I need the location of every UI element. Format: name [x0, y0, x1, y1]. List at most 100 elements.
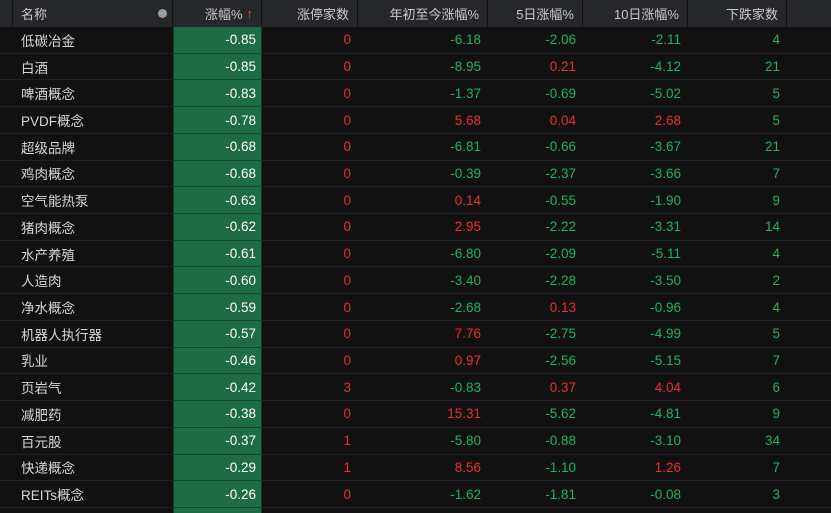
row-filler — [787, 134, 831, 161]
row-gutter — [0, 27, 13, 54]
table-row[interactable]: 鸡肉概念 -0.68 0 -0.39 -2.37 -3.66 7 — [0, 160, 831, 188]
10day-change: -0.08 — [583, 481, 688, 508]
limit-up-count: 1 — [262, 428, 358, 455]
row-gutter — [0, 428, 13, 455]
ytd-change: -5.80 — [358, 428, 488, 455]
table-row[interactable]: 低碳冶金 -0.85 0 -6.18 -2.06 -2.11 4 — [0, 27, 831, 54]
row-filler — [787, 187, 831, 215]
change-value: -0.42 — [173, 374, 262, 402]
marker-cell — [152, 428, 173, 455]
table-row[interactable]: 空气能热泵 -0.63 0 0.14 -0.55 -1.90 9 — [0, 187, 831, 215]
sector-name: 超级品牌 — [13, 134, 152, 161]
5day-change: 0.13 — [488, 294, 583, 321]
5day-change: 0.21 — [488, 54, 583, 81]
column-label-decliners: 下跌家数 — [725, 7, 778, 22]
decliners-count: 7 — [688, 455, 787, 482]
sector-name: 猪肉概念 — [13, 214, 152, 241]
decliners-count: 5 — [688, 107, 787, 134]
table-row[interactable]: 页岩气 -0.42 3 -0.83 0.37 4.04 6 — [0, 374, 831, 402]
table-row[interactable]: 乳业 -0.46 0 0.97 -2.56 -5.15 7 — [0, 347, 831, 375]
row-gutter — [0, 294, 13, 321]
limit-up-count: 0 — [262, 80, 358, 108]
sector-name: 白酒 — [13, 54, 152, 81]
limit-up-count: 3 — [262, 374, 358, 402]
table-row[interactable]: 人造肉 -0.60 0 -3.40 -2.28 -3.50 2 — [0, 267, 831, 295]
limit-up-count: 0 — [262, 27, 358, 54]
change-value: -0.63 — [173, 187, 262, 215]
ytd-change: -3.40 — [358, 267, 488, 295]
table-row[interactable]: 猪肉概念 -0.62 0 2.95 -2.22 -3.31 14 — [0, 214, 831, 241]
sector-name: 人造肉 — [13, 267, 152, 295]
limit-up-count: 0 — [262, 107, 358, 134]
sector-name: 水产养殖 — [13, 241, 152, 268]
5day-cell — [488, 508, 583, 513]
limit-up-count: 0 — [262, 161, 358, 188]
limit-up-count: 0 — [262, 401, 358, 428]
decliners-count: 4 — [688, 27, 787, 54]
column-label-ytd: 年初至今涨幅% — [389, 7, 479, 22]
marker-cell — [152, 321, 173, 348]
5day-change: -2.75 — [488, 321, 583, 348]
marker-cell — [152, 54, 173, 81]
decliners-count: 2 — [688, 267, 787, 295]
10day-cell — [583, 508, 688, 513]
sector-name: 净水概念 — [13, 294, 152, 321]
table-row[interactable]: REITs概念 -0.26 0 -1.62 -1.81 -0.08 3 — [0, 481, 831, 508]
sector-ranking-table: 名称 涨幅% ↑ 涨停家数 年初至今涨幅% 5日涨幅% 10日涨幅% 下跌家数 … — [0, 0, 831, 513]
table-row-partial — [0, 507, 831, 513]
decliners-count: 21 — [688, 134, 787, 161]
sector-name: 空气能热泵 — [13, 187, 152, 215]
5day-change: -5.62 — [488, 401, 583, 428]
table-row[interactable]: 水产养殖 -0.61 0 -6.80 -2.09 -5.11 4 — [0, 240, 831, 268]
table-row[interactable]: PVDF概念 -0.78 0 5.68 0.04 2.68 5 — [0, 107, 831, 134]
10day-change: -5.15 — [583, 348, 688, 375]
table-row[interactable]: 啤酒概念 -0.83 0 -1.37 -0.69 -5.02 5 — [0, 80, 831, 108]
limit-up-count: 0 — [262, 241, 358, 268]
column-header-5day[interactable]: 5日涨幅% — [488, 0, 583, 27]
change-value: -0.83 — [173, 80, 262, 108]
row-gutter — [0, 267, 13, 295]
header-gutter — [0, 0, 13, 27]
table-row[interactable]: 净水概念 -0.59 0 -2.68 0.13 -0.96 4 — [0, 294, 831, 321]
marker-cell — [152, 107, 173, 134]
table-row[interactable]: 百元股 -0.37 1 -5.80 -0.88 -3.10 34 — [0, 427, 831, 455]
ytd-change: 0.97 — [358, 348, 488, 375]
5day-change: -1.10 — [488, 455, 583, 482]
row-filler — [787, 107, 831, 134]
column-header-limit-up[interactable]: 涨停家数 — [262, 0, 358, 27]
change-value: -0.59 — [173, 294, 262, 321]
change-value: -0.85 — [173, 27, 262, 54]
10day-change: -2.11 — [583, 27, 688, 54]
column-header-marker[interactable] — [152, 0, 173, 27]
ytd-change: -1.37 — [358, 80, 488, 108]
5day-change: -0.69 — [488, 80, 583, 108]
table-row[interactable]: 超级品牌 -0.68 0 -6.81 -0.66 -3.67 21 — [0, 133, 831, 161]
table-row[interactable]: 白酒 -0.85 0 -8.95 0.21 -4.12 21 — [0, 53, 831, 81]
column-header-decliners[interactable]: 下跌家数 — [688, 0, 787, 27]
change-value: -0.60 — [173, 267, 262, 295]
10day-change: 2.68 — [583, 107, 688, 134]
table-row[interactable]: 机器人执行器 -0.57 0 7.76 -2.75 -4.99 5 — [0, 320, 831, 348]
sector-name: REITs概念 — [13, 481, 152, 508]
column-header-name[interactable]: 名称 — [13, 0, 152, 27]
ytd-change: 8.56 — [358, 455, 488, 482]
table-row[interactable]: 快递概念 -0.29 1 8.56 -1.10 1.26 7 — [0, 454, 831, 482]
column-header-change[interactable]: 涨幅% ↑ — [173, 0, 262, 27]
change-value: -0.29 — [173, 454, 262, 482]
row-gutter — [0, 80, 13, 108]
decliners-count: 5 — [688, 321, 787, 348]
column-label-name: 名称 — [21, 7, 48, 22]
sector-name: 乳业 — [13, 348, 152, 375]
ytd-change: 15.31 — [358, 401, 488, 428]
column-header-10day[interactable]: 10日涨幅% — [583, 0, 688, 27]
5day-change: -2.37 — [488, 161, 583, 188]
sector-name: 啤酒概念 — [13, 80, 152, 108]
column-header-ytd[interactable]: 年初至今涨幅% — [358, 0, 488, 27]
ytd-change: -6.80 — [358, 241, 488, 268]
10day-change: -3.50 — [583, 267, 688, 295]
10day-change: -4.12 — [583, 54, 688, 81]
limit-up-count: 0 — [262, 348, 358, 375]
table-row[interactable]: 减肥药 -0.38 0 15.31 -5.62 -4.81 9 — [0, 401, 831, 428]
5day-change: -2.56 — [488, 348, 583, 375]
row-gutter — [0, 214, 13, 241]
